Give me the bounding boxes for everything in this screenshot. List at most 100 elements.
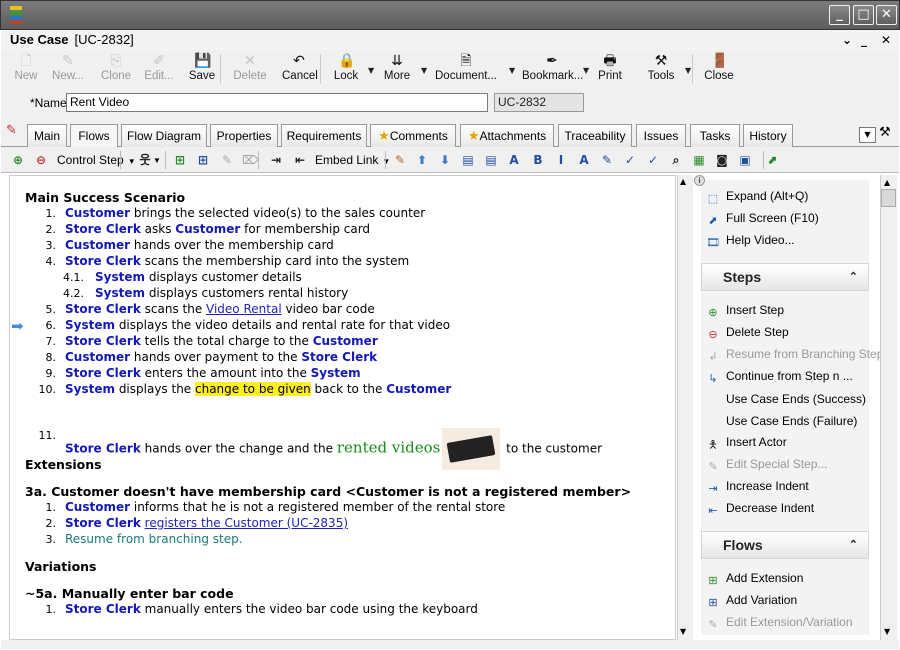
dropdown-arrow-icon[interactable]: ▼ — [368, 66, 374, 75]
delete-button[interactable]: ✕ Delete — [231, 52, 269, 86]
collapse-chevron-icon[interactable]: ⌃ — [849, 532, 858, 558]
step-text[interactable]: Store Clerk scans the Video Rental video… — [65, 302, 375, 316]
panel-scroll-down-icon[interactable]: ▼ — [884, 627, 890, 636]
dropdown-arrow-icon[interactable]: ▼ — [583, 66, 589, 75]
actor-name[interactable]: Customer — [65, 238, 130, 252]
panel-item-use-case-ends-failure[interactable]: Use Case Ends (Failure) — [705, 413, 857, 428]
step-text[interactable]: System displays customers rental history — [95, 286, 348, 300]
panel-item-insert-step[interactable]: ⊕ Insert Step — [705, 303, 784, 320]
name-input[interactable]: Rent Video — [66, 93, 488, 112]
step-text[interactable]: System displays the video details and re… — [65, 318, 450, 332]
add-extension-icon[interactable]: ⊞ — [172, 152, 188, 168]
actor-name[interactable]: Customer — [65, 206, 130, 220]
tab-properties[interactable]: Properties — [210, 124, 278, 147]
actor-name[interactable]: System — [65, 318, 115, 332]
pin-dropdown-icon[interactable]: ⌄ — [842, 33, 852, 47]
find-icon[interactable]: ⌕ — [668, 152, 684, 168]
tab-issues[interactable]: Issues — [636, 124, 686, 147]
close-doc-button[interactable]: ✕ — [881, 33, 891, 47]
actor-dropdown-arrow-icon[interactable]: ▼ — [153, 156, 161, 165]
panel-item-add-variation[interactable]: ⊞ Add Variation — [705, 593, 797, 610]
panel-item-insert-actor[interactable]: 🯅 Insert Actor — [705, 435, 787, 451]
panel-item-help-video[interactable]: 🎞 Help Video... — [705, 233, 794, 250]
panel-scrollbar[interactable] — [880, 175, 897, 640]
step-text[interactable]: System displays the change to be given b… — [65, 382, 451, 396]
actor-name[interactable]: Store Clerk — [301, 350, 377, 364]
step-text[interactable]: Store Clerk hands over the change and th… — [65, 428, 602, 470]
minimize-doc-button[interactable]: _ — [861, 33, 867, 47]
step-text[interactable]: Customer hands over payment to the Store… — [65, 350, 377, 364]
edit-button[interactable]: ✐ Edit... — [141, 52, 177, 86]
actor-name[interactable]: Customer — [386, 382, 451, 396]
remove-icon[interactable]: ⌦ — [242, 152, 259, 168]
actor-name[interactable]: Store Clerk — [65, 222, 141, 236]
maximize-button[interactable]: □ — [853, 5, 874, 25]
more-button[interactable]: ⇊ More — [382, 52, 412, 86]
edit-extension-icon[interactable]: ✎ — [219, 152, 235, 168]
tab-main[interactable]: Main — [27, 124, 67, 147]
actor-name[interactable]: Store Clerk — [65, 254, 141, 268]
actor-name[interactable]: Store Clerk — [65, 602, 141, 616]
editor-scrollbar[interactable] — [677, 175, 693, 640]
step-text[interactable]: Customer hands over the membership card — [65, 238, 334, 252]
actor-name[interactable]: System — [95, 270, 145, 284]
step-text[interactable]: Customer informs that he is not a regist… — [65, 500, 505, 514]
panel-item-edit-extension-variation[interactable]: ✎ Edit Extension/Variation — [705, 615, 852, 632]
step-text[interactable]: Store Clerk manually enters the video ba… — [65, 602, 478, 616]
scroll-up-icon[interactable]: ▲ — [680, 177, 686, 186]
actor-name[interactable]: System — [311, 366, 361, 380]
actor-name[interactable]: Customer — [65, 350, 130, 364]
panel-item-use-case-ends-success[interactable]: Use Case Ends (Success) — [705, 391, 866, 406]
panel-item-decrease-indent[interactable]: ⇤ Decrease Indent — [705, 501, 814, 518]
decrease-indent-icon[interactable]: ⇤ — [292, 152, 308, 168]
actor-name[interactable]: Customer — [65, 500, 130, 514]
actor-name[interactable]: Store Clerk — [65, 366, 141, 380]
edit-pencil-icon[interactable]: ✎ — [6, 123, 23, 140]
clone-button[interactable]: ⎘ Clone — [99, 52, 133, 86]
screenshot-icon[interactable]: ◙ — [714, 152, 730, 168]
step-link[interactable]: registers the Customer (UC-2835) — [145, 516, 348, 530]
collapse-chevron-icon[interactable]: ⌃ — [849, 264, 858, 290]
save-button[interactable]: 💾 Save — [188, 52, 216, 86]
panel-item-add-extension[interactable]: ⊞ Add Extension — [705, 571, 803, 588]
actor-name[interactable]: Store Clerk — [65, 334, 141, 348]
actor-name[interactable]: Customer — [313, 334, 378, 348]
panel-scroll-up-icon[interactable]: ▲ — [884, 178, 890, 187]
new-button[interactable]: ✎ New... — [50, 52, 86, 86]
rich-text-icon[interactable]: ▣ — [737, 152, 753, 168]
insert-image-icon[interactable]: ▦ — [691, 152, 707, 168]
window-title-bar[interactable] — [0, 0, 900, 30]
panel-item-full-screen-f[interactable]: ⬈ Full Screen (F10) — [705, 211, 818, 228]
actor-name[interactable]: Store Clerk — [65, 516, 141, 530]
actor-name[interactable]: System — [65, 382, 115, 396]
increase-indent-icon[interactable]: ⇥ — [268, 152, 284, 168]
step-text[interactable]: System displays customer details — [95, 270, 302, 284]
document-button[interactable]: 🗎 Document... — [434, 52, 498, 86]
actor-name[interactable]: Customer — [175, 222, 240, 236]
spellcheck-options-icon[interactable]: ✓ — [645, 152, 661, 168]
tab-flows[interactable]: Flows — [70, 124, 118, 148]
step-link[interactable]: Video Rental — [206, 302, 282, 316]
scroll-down-icon[interactable]: ▼ — [680, 627, 686, 636]
lock-button[interactable]: 🔒 Lock — [332, 52, 360, 86]
panel-item-resume-from-branching-step[interactable]: ↲ Resume from Branching Step — [705, 347, 883, 364]
tools-icon[interactable]: ⚒ — [879, 125, 891, 140]
bookmark-button[interactable]: ✒ Bookmark... — [522, 52, 583, 86]
step-text[interactable]: Store Clerk registers the Customer (UC-2… — [65, 516, 348, 530]
cancel-button[interactable]: ↶ Cancel — [282, 52, 318, 86]
panel-item-delete-step[interactable]: ⊖ Delete Step — [705, 325, 788, 342]
tabs-menu-button[interactable]: ▼ — [859, 127, 876, 143]
panel-item-increase-indent[interactable]: ⇥ Increase Indent — [705, 479, 808, 496]
panel-item-edit-special-step[interactable]: ✎ Edit Special Step... — [705, 457, 827, 474]
font-icon[interactable]: A — [506, 152, 522, 168]
tab-traceability[interactable]: Traceability — [558, 124, 632, 147]
step-text[interactable]: Store Clerk tells the total charge to th… — [65, 334, 378, 348]
insert-step-icon[interactable]: ⊕ — [10, 152, 26, 168]
spellcheck-icon[interactable]: ✓ — [622, 152, 638, 168]
tab-comments[interactable]: ★Comments — [370, 124, 456, 147]
outdent-table-icon[interactable]: ▤ — [483, 152, 499, 168]
actor-name[interactable]: Store Clerk — [65, 442, 141, 456]
dropdown-arrow-icon[interactable]: ▼ — [509, 66, 515, 75]
embed-link-dropdown[interactable]: Embed Link ▼ — [315, 153, 390, 167]
close-window-button[interactable]: ✕ — [876, 5, 897, 25]
